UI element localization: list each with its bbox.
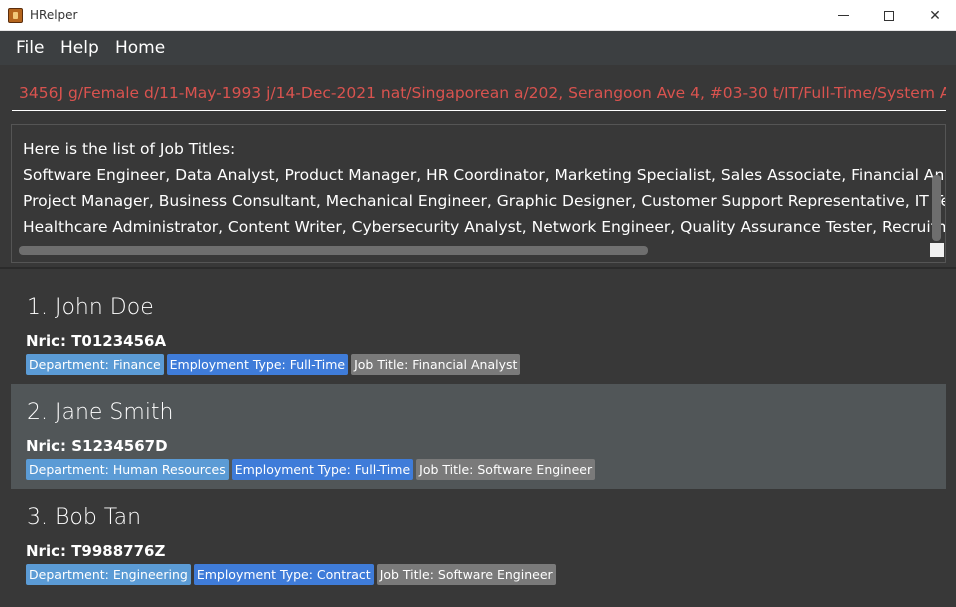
minimize-button[interactable] <box>820 0 866 31</box>
close-icon: ✕ <box>929 7 941 24</box>
minimize-icon <box>837 15 849 16</box>
person-name: 3. Bob Tan <box>27 505 142 530</box>
department-tag: Department: Finance <box>26 354 164 375</box>
pane-divider[interactable] <box>0 267 956 269</box>
horizontal-scrollbar[interactable] <box>19 246 648 255</box>
result-line: Software Engineer, Data Analyst, Product… <box>23 166 946 184</box>
person-nric: Nric: S1234567D <box>26 437 168 455</box>
command-box: 3456J g/Female d/11-May-1993 j/14-Dec-20… <box>0 65 956 121</box>
employment-type-tag: Employment Type: Full-Time <box>166 354 349 375</box>
person-name: 2. Jane Smith <box>27 400 174 425</box>
job-title-tag: Job Title: Software Engineer <box>376 564 556 585</box>
person-nric: Nric: T9988776Z <box>26 542 166 560</box>
job-title-tag: Job Title: Financial Analyst <box>351 354 521 375</box>
job-title-tag: Job Title: Software Engineer <box>416 459 596 480</box>
department-tag: Department: Human Resources <box>26 459 229 480</box>
menu-help[interactable]: Help <box>60 38 99 58</box>
result-line: Healthcare Administrator, Content Writer… <box>23 218 946 236</box>
menu-bar: File Help Home <box>0 31 956 65</box>
result-line: Here is the list of Job Titles: <box>23 140 236 158</box>
person-card[interactable]: 2. Jane Smith Nric: S1234567D Department… <box>11 384 946 489</box>
close-button[interactable]: ✕ <box>912 0 956 31</box>
person-card[interactable]: 1. John Doe Nric: T0123456A Department: … <box>11 279 946 384</box>
person-card[interactable]: 3. Bob Tan Nric: T9988776Z Department: E… <box>11 489 946 594</box>
person-nric: Nric: T0123456A <box>26 332 167 350</box>
person-tags: Department: Finance Employment Type: Ful… <box>26 354 521 375</box>
result-display: Here is the list of Job Titles: Software… <box>11 124 946 263</box>
person-name: 1. John Doe <box>27 295 154 320</box>
command-input[interactable]: 3456J g/Female d/11-May-1993 j/14-Dec-20… <box>12 77 946 111</box>
main-window: File Help Home 3456J g/Female d/11-May-1… <box>0 31 956 607</box>
menu-file[interactable]: File <box>16 38 44 58</box>
vertical-scrollbar[interactable] <box>932 175 941 241</box>
person-tags: Department: Engineering Employment Type:… <box>26 564 556 585</box>
menu-home[interactable]: Home <box>115 38 165 58</box>
result-line: Project Manager, Business Consultant, Me… <box>23 192 946 210</box>
employment-type-tag: Employment Type: Contract <box>193 564 374 585</box>
department-tag: Department: Engineering <box>26 564 191 585</box>
employment-type-tag: Employment Type: Full-Time <box>231 459 414 480</box>
window-title: HRelper <box>30 8 78 22</box>
person-tags: Department: Human Resources Employment T… <box>26 459 596 480</box>
maximize-icon <box>884 10 894 21</box>
window-titlebar: HRelper ✕ <box>0 0 956 31</box>
person-list: 1. John Doe Nric: T0123456A Department: … <box>11 279 946 595</box>
maximize-button[interactable] <box>866 0 912 31</box>
scroll-corner <box>930 243 944 257</box>
app-icon <box>8 8 23 23</box>
